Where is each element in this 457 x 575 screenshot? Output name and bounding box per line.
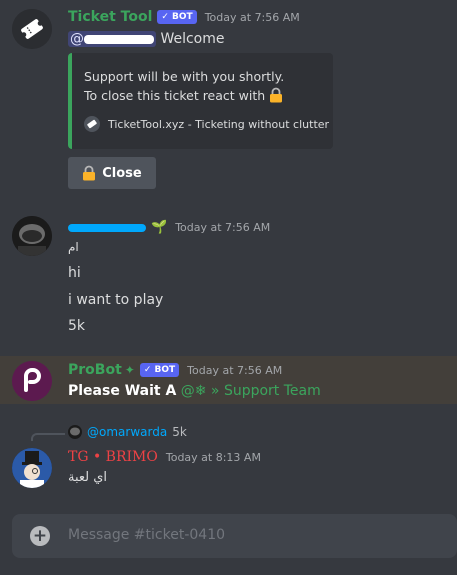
embed-line-2: To close this ticket react with <box>84 87 283 103</box>
lock-icon <box>270 87 283 103</box>
brimo-avatar[interactable] <box>12 448 52 488</box>
message-line-1: ام <box>68 240 79 254</box>
probot-username[interactable]: ProBot <box>68 362 122 378</box>
embed-line-1: Support will be with you shortly. <box>84 69 285 84</box>
reply-reference[interactable]: @omarwarda 5k <box>68 425 187 439</box>
reply-snippet: 5k <box>172 425 187 439</box>
role-mention[interactable]: @❄ » Support Team <box>181 383 321 399</box>
ticket-embed: Support will be with you shortly. To clo… <box>68 53 333 149</box>
welcome-text: Welcome <box>160 31 225 47</box>
message-line-2: hi <box>68 265 81 281</box>
brimo-avatar-image <box>12 448 52 488</box>
message-probot: ProBot ✦ ✓ BOT Today at 7:56 AM Please W… <box>0 356 457 404</box>
ticket-tool-avatar[interactable] <box>12 9 52 49</box>
message-ticket-tool: Ticket Tool ✓ BOT Today at 7:56 AM @ Wel… <box>0 0 457 195</box>
message-composer[interactable]: + Message #ticket-0410 <box>12 514 457 558</box>
ticket-tool-footer-icon <box>84 116 100 132</box>
message-timestamp: Today at 7:56 AM <box>175 221 271 234</box>
add-attachment-icon[interactable]: + <box>30 526 50 546</box>
sprout-emoji: 🌱 <box>151 220 168 235</box>
reply-content: اي لعبة <box>68 470 108 485</box>
welcome-line: @ Welcome <box>68 31 225 47</box>
redaction-mark <box>84 34 154 44</box>
reply-user-avatar-icon <box>68 425 82 439</box>
user-mention[interactable]: @ <box>68 31 156 47</box>
redacted-username[interactable] <box>68 223 146 232</box>
embed-footer: TicketTool.xyz - Ticketing without clutt… <box>84 116 329 132</box>
message-timestamp: Today at 7:56 AM <box>187 363 283 377</box>
user-avatar[interactable] <box>12 216 52 256</box>
bot-badge: ✓ BOT <box>139 363 180 377</box>
message-reply: @omarwarda 5k TG • BRIMO Today at 8:13 A… <box>0 424 457 494</box>
reply-username[interactable]: @omarwarda <box>87 425 167 439</box>
probot-content: Please Wait A @❄ » Support Team <box>68 383 321 399</box>
user-avatar-image <box>12 216 52 256</box>
lock-icon <box>83 165 96 181</box>
ticket-icon <box>12 9 52 49</box>
close-ticket-button[interactable]: Close <box>68 157 156 189</box>
message-timestamp: Today at 8:13 AM <box>165 450 261 464</box>
brimo-username[interactable]: TG • BRIMO <box>68 449 158 465</box>
probot-bold-text: Please Wait A <box>68 383 177 399</box>
message-input-placeholder: Message #ticket-0410 <box>68 527 226 543</box>
ticket-tool-username[interactable]: Ticket Tool <box>68 9 152 25</box>
message-line-4: 5k <box>68 318 86 334</box>
message-user: 🌱 Today at 7:56 AM ام hi i want to play … <box>0 210 457 340</box>
message-timestamp: Today at 7:56 AM <box>204 10 300 24</box>
bot-badge: ✓ BOT <box>157 10 197 24</box>
probot-avatar[interactable] <box>12 361 52 401</box>
probot-logo-icon <box>12 361 52 401</box>
message-line-3: i want to play <box>68 292 164 308</box>
sparkles-icon: ✦ <box>124 363 135 377</box>
